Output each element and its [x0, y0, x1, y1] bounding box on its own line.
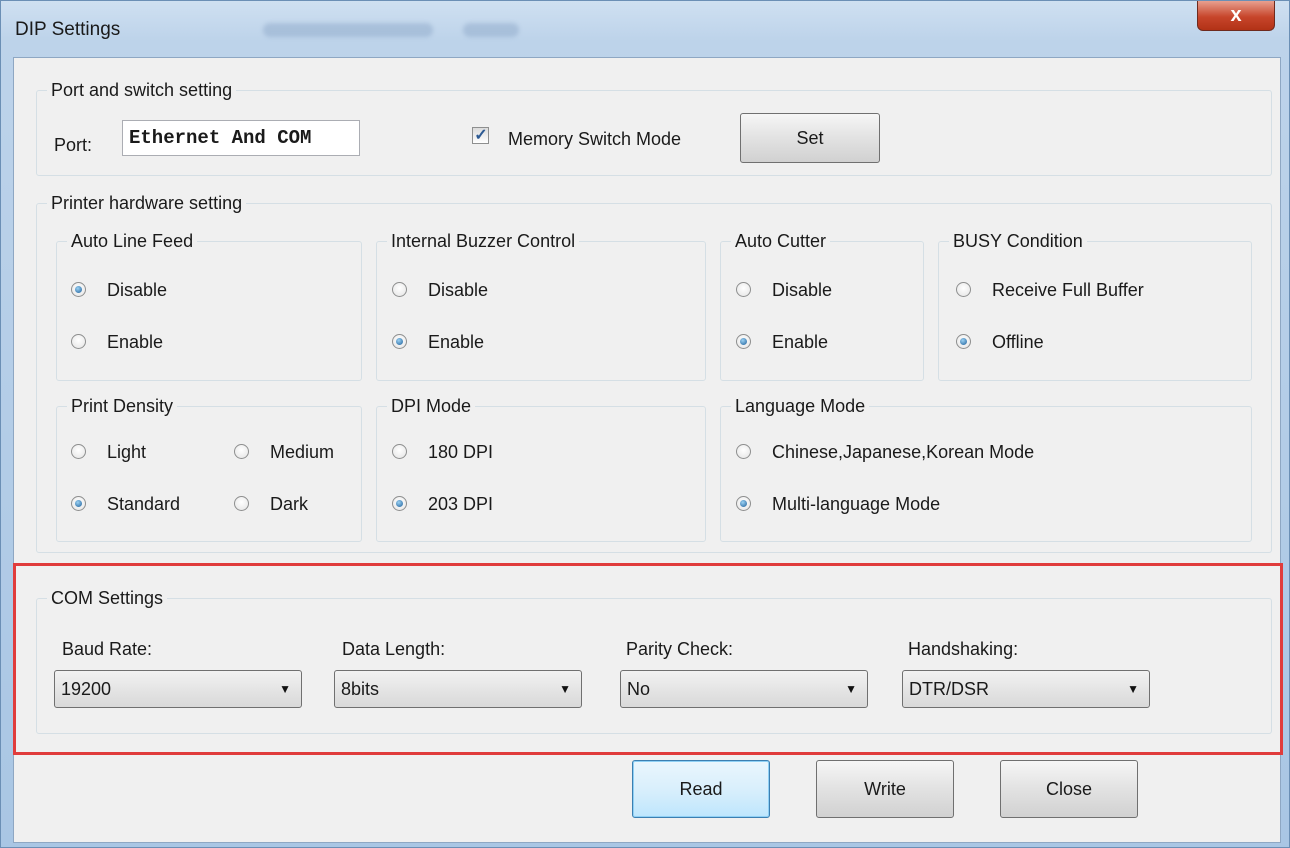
- auto-line-feed-disable-radio[interactable]: Disable: [71, 278, 167, 302]
- radio-selected-icon: [392, 496, 407, 511]
- radio-label: Receive Full Buffer: [992, 280, 1144, 300]
- radio-unselected-icon: [234, 444, 249, 459]
- language-mode-legend: Language Mode: [731, 394, 870, 418]
- memory-switch-checkbox[interactable]: ✓: [472, 127, 489, 144]
- radio-selected-icon: [736, 496, 751, 511]
- print-density-legend: Print Density: [67, 394, 178, 418]
- print-density-dark-radio[interactable]: Dark: [234, 492, 308, 516]
- radio-label: Multi-language Mode: [772, 494, 941, 514]
- print-density-standard-radio[interactable]: Standard: [71, 492, 180, 516]
- radio-label: Enable: [107, 332, 164, 352]
- dip-settings-window: DIP Settings x Port and switch setting P…: [0, 0, 1290, 848]
- auto-line-feed-legend: Auto Line Feed: [67, 229, 198, 253]
- radio-label: Standard: [107, 494, 181, 514]
- window-title: DIP Settings: [15, 19, 121, 40]
- buzzer-legend: Internal Buzzer Control: [387, 229, 580, 253]
- radio-unselected-icon: [956, 282, 971, 297]
- window-close-button[interactable]: x: [1197, 1, 1275, 31]
- buzzer-group: Internal Buzzer Control: [376, 229, 706, 381]
- busy-receive-full-buffer-radio[interactable]: Receive Full Buffer: [956, 278, 1144, 302]
- read-button[interactable]: Read: [632, 760, 770, 818]
- port-switch-legend: Port and switch setting: [47, 78, 237, 102]
- radio-unselected-icon: [71, 444, 86, 459]
- radio-unselected-icon: [71, 334, 86, 349]
- radio-unselected-icon: [392, 444, 407, 459]
- radio-label: Disable: [107, 280, 168, 300]
- close-button[interactable]: Close: [1000, 760, 1138, 818]
- blurred-menu-item: [263, 23, 433, 37]
- print-density-medium-radio[interactable]: Medium: [234, 440, 334, 464]
- port-value-field: Ethernet And COM: [122, 120, 360, 156]
- set-button[interactable]: Set: [740, 113, 880, 163]
- dpi-180-radio[interactable]: 180 DPI: [392, 440, 493, 464]
- busy-condition-legend: BUSY Condition: [949, 229, 1087, 253]
- dpi-mode-group: DPI Mode: [376, 394, 706, 542]
- language-mode-group: Language Mode: [720, 394, 1252, 542]
- radio-unselected-icon: [392, 282, 407, 297]
- auto-cutter-legend: Auto Cutter: [731, 229, 831, 253]
- radio-selected-icon: [736, 334, 751, 349]
- checkmark-icon: ✓: [474, 127, 488, 144]
- radio-selected-icon: [71, 282, 86, 297]
- radio-unselected-icon: [736, 444, 751, 459]
- auto-line-feed-enable-radio[interactable]: Enable: [71, 330, 163, 354]
- radio-label: Enable: [772, 332, 829, 352]
- auto-cutter-group: Auto Cutter: [720, 229, 924, 381]
- radio-selected-icon: [956, 334, 971, 349]
- auto-line-feed-group: Auto Line Feed: [56, 229, 362, 381]
- auto-cutter-disable-radio[interactable]: Disable: [736, 278, 832, 302]
- radio-label: Light: [107, 442, 147, 462]
- write-button[interactable]: Write: [816, 760, 954, 818]
- auto-cutter-enable-radio[interactable]: Enable: [736, 330, 828, 354]
- com-settings-highlight-frame: [13, 563, 1283, 755]
- port-label: Port:: [54, 135, 93, 155]
- radio-selected-icon: [71, 496, 86, 511]
- radio-label: Offline: [992, 332, 1044, 352]
- radio-label: Dark: [270, 494, 309, 514]
- buzzer-enable-radio[interactable]: Enable: [392, 330, 484, 354]
- radio-label: Enable: [428, 332, 485, 352]
- language-multi-radio[interactable]: Multi-language Mode: [736, 492, 940, 516]
- language-cjk-radio[interactable]: Chinese,Japanese,Korean Mode: [736, 440, 1034, 464]
- print-density-light-radio[interactable]: Light: [71, 440, 146, 464]
- blurred-menu-item: [463, 23, 519, 37]
- radio-label: 180 DPI: [428, 442, 494, 462]
- radio-label: Medium: [270, 442, 335, 462]
- close-icon: x: [1230, 4, 1242, 26]
- radio-selected-icon: [392, 334, 407, 349]
- radio-label: Disable: [428, 280, 489, 300]
- title-bar[interactable]: DIP Settings x: [1, 1, 1289, 57]
- memory-switch-label[interactable]: Memory Switch Mode: [508, 127, 681, 151]
- radio-unselected-icon: [234, 496, 249, 511]
- radio-label: 203 DPI: [428, 494, 494, 514]
- radio-label: Disable: [772, 280, 833, 300]
- dpi-mode-legend: DPI Mode: [387, 394, 476, 418]
- dpi-203-radio[interactable]: 203 DPI: [392, 492, 493, 516]
- buzzer-disable-radio[interactable]: Disable: [392, 278, 488, 302]
- radio-unselected-icon: [736, 282, 751, 297]
- print-density-group: Print Density: [56, 394, 362, 542]
- busy-condition-group: BUSY Condition: [938, 229, 1252, 381]
- hardware-legend: Printer hardware setting: [47, 191, 247, 215]
- radio-label: Chinese,Japanese,Korean Mode: [772, 442, 1035, 462]
- busy-offline-radio[interactable]: Offline: [956, 330, 1044, 354]
